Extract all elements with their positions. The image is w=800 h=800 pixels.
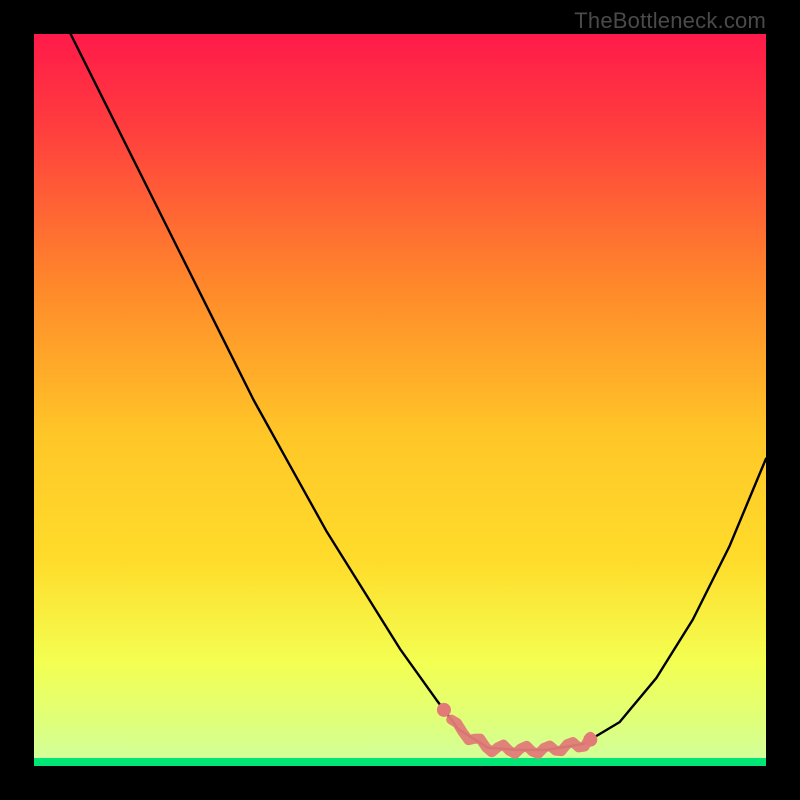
gradient-bg <box>34 34 766 766</box>
highlight-dot-left <box>437 703 451 717</box>
highlight-dot-right <box>583 733 597 747</box>
watermark-text: TheBottleneck.com <box>574 8 766 34</box>
bottleneck-chart <box>34 34 766 766</box>
green-baseline <box>34 758 766 766</box>
plot-area <box>34 34 766 766</box>
chart-frame: TheBottleneck.com <box>0 0 800 800</box>
